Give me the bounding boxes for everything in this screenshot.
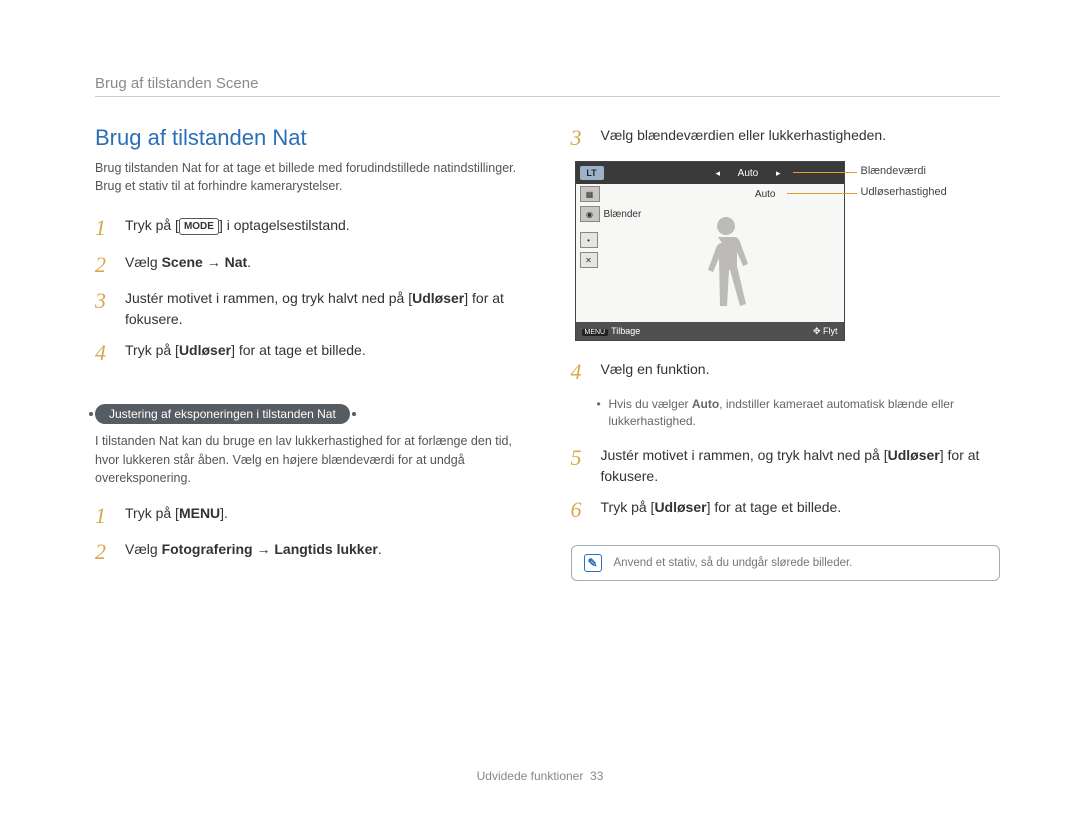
lcd-bottom-bar: MENUTilbage ✥ Flyt <box>576 322 844 340</box>
grid-icon: ▦ <box>580 186 600 202</box>
aperture-icon: ◉ <box>580 206 600 222</box>
step-text: Tryk på [MENU]. <box>125 503 525 524</box>
lcd-side-icons: • ✕ <box>580 232 598 268</box>
callout-shutter: Udløserhastighed <box>861 186 947 198</box>
step-text: Justér motivet i rammen, og tryk halvt n… <box>601 445 1001 487</box>
step-item: 6 Tryk på [Udløser] for at tage et bille… <box>571 497 1001 523</box>
tip-box: ✎ Anvend et stativ, så du undgår slørede… <box>571 545 1001 581</box>
steps-right: 3 Vælg blændeværdien eller lukkerhastigh… <box>571 125 1001 151</box>
step-number: 1 <box>95 503 119 529</box>
step-text: Vælg Scene → Nat. <box>125 252 525 273</box>
aperture-label: Blænder <box>604 209 642 220</box>
menu-key-icon: MENU <box>582 329 609 336</box>
steps-right-cont: 4 Vælg en funktion. <box>571 359 1001 385</box>
tip-text: Anvend et stativ, så du undgår slørede b… <box>614 557 853 569</box>
lcd-top-row: LT ◂ Auto ▸ <box>576 162 844 184</box>
step-number: 2 <box>95 252 119 278</box>
callout-line <box>793 172 857 173</box>
intro-text: Brug tilstanden Nat for at tage et bille… <box>95 159 525 195</box>
step-text: Justér motivet i rammen, og tryk halvt n… <box>125 288 525 330</box>
shutter-value: Auto <box>755 189 776 200</box>
move-icon: ✥ <box>813 326 823 336</box>
mode-key: MODE <box>179 218 219 235</box>
step-text: Tryk på [Udløser] for at tage et billede… <box>601 497 1001 518</box>
text: Tryk på [ <box>125 217 179 233</box>
subsection-heading: Justering af eksponeringen i tilstanden … <box>95 404 350 424</box>
move-label: Flyt <box>823 326 838 336</box>
step-number: 4 <box>571 359 595 385</box>
camera-lcd-figure: LT ◂ Auto ▸ ▦ Auto ◉ Blænder • <box>575 161 1001 341</box>
callout-line <box>787 193 857 194</box>
step-item: 2 Vælg Scene → Nat. <box>95 252 525 278</box>
step-number: 3 <box>571 125 595 151</box>
steps-right-cont2: 5 Justér motivet i rammen, og tryk halvt… <box>571 445 1001 523</box>
step-item: 1 Tryk på [MENU]. <box>95 503 525 529</box>
lcd-row: ▦ Auto <box>576 184 844 204</box>
callout-aperture: Blændeværdi <box>861 165 926 177</box>
steps-main: 1 Tryk på [MODE] i optagelsestilstand. 2… <box>95 215 525 366</box>
footer-section: Udvidede funktioner <box>477 769 584 783</box>
steps-sub: 1 Tryk på [MENU]. 2 Vælg Fotografering →… <box>95 503 525 566</box>
step-item: 4 Tryk på [Udløser] for at tage et bille… <box>95 340 525 366</box>
page-number: 33 <box>590 769 603 783</box>
step-number: 4 <box>95 340 119 366</box>
step-text: Vælg Fotografering → Langtids lukker. <box>125 539 525 560</box>
step-text: Vælg blændeværdien eller lukkerhastighed… <box>601 125 1001 146</box>
chevron-right-icon: ▸ <box>776 168 781 179</box>
step-number: 6 <box>571 497 595 523</box>
dot-icon: • <box>580 232 598 248</box>
step-text: Vælg en funktion. <box>601 359 1001 380</box>
back-label: Tilbage <box>611 326 640 336</box>
step-item: 1 Tryk på [MODE] i optagelsestilstand. <box>95 215 525 241</box>
camera-lcd: LT ◂ Auto ▸ ▦ Auto ◉ Blænder • <box>575 161 845 341</box>
subject-silhouette <box>696 217 756 322</box>
step-item: 3 Vælg blændeværdien eller lukkerhastigh… <box>571 125 1001 151</box>
step-text: Tryk på [Udløser] for at tage et billede… <box>125 340 525 361</box>
step-item: 4 Vælg en funktion. <box>571 359 1001 385</box>
step-number: 2 <box>95 539 119 565</box>
step-item: 5 Justér motivet i rammen, og tryk halvt… <box>571 445 1001 487</box>
chevron-left-icon: ◂ <box>715 168 720 179</box>
step-number: 3 <box>95 288 119 314</box>
step-number: 1 <box>95 215 119 241</box>
step-item: 3 Justér motivet i rammen, og tryk halvt… <box>95 288 525 330</box>
breadcrumb: Brug af tilstanden Scene <box>95 75 1000 97</box>
flash-off-icon: ✕ <box>580 252 598 268</box>
step-text: Tryk på [MODE] i optagelsestilstand. <box>125 215 525 236</box>
aperture-value: Auto <box>723 168 773 179</box>
lt-badge: LT <box>580 166 604 180</box>
page-footer: Udvidede funktioner 33 <box>0 769 1080 783</box>
step-item: 2 Vælg Fotografering → Langtids lukker. <box>95 539 525 565</box>
section-title: Brug af tilstanden Nat <box>95 125 525 151</box>
info-icon: ✎ <box>584 554 602 572</box>
subsection-desc: I tilstanden Nat kan du bruge en lav luk… <box>95 432 525 486</box>
step-number: 5 <box>571 445 595 471</box>
text: ] i optagelsestilstand. <box>219 217 350 233</box>
note-bullet: Hvis du vælger Auto, indstiller kameraet… <box>595 396 1001 431</box>
